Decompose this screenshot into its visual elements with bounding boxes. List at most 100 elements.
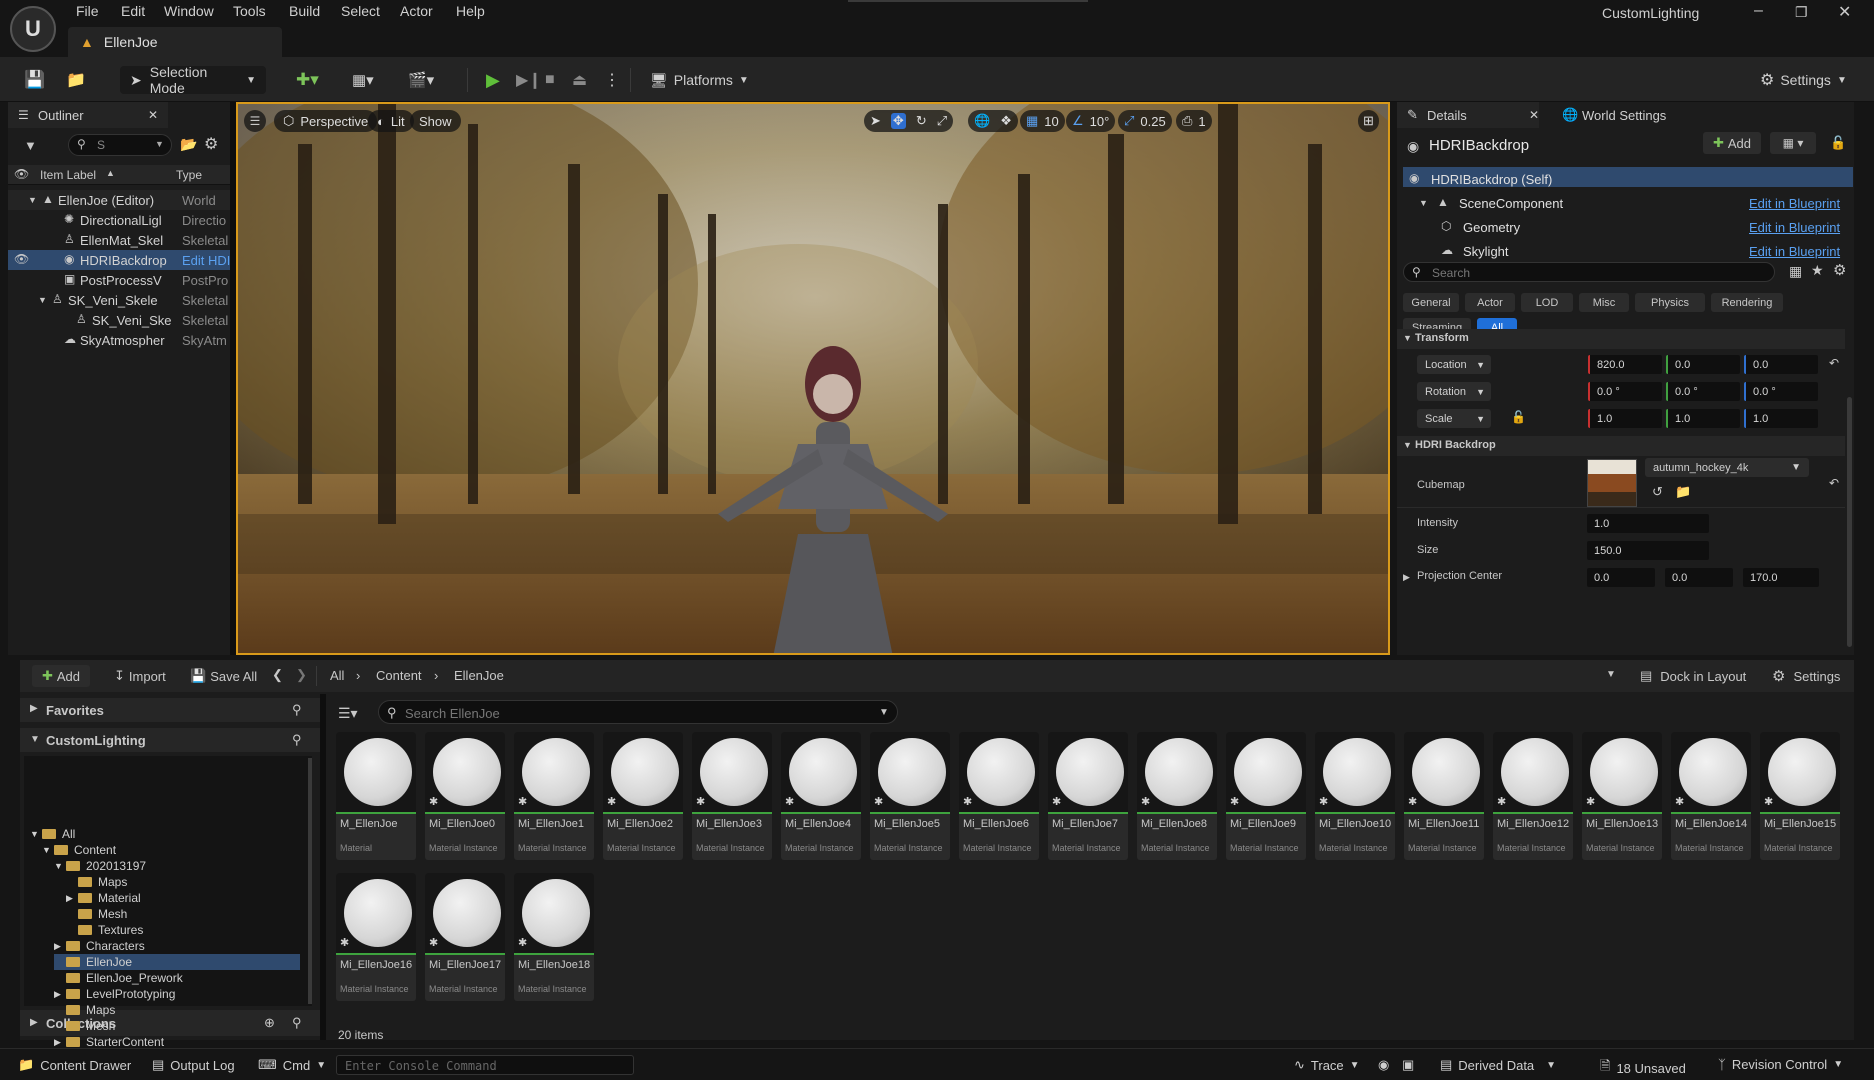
asset-tile[interactable]: ✱ Mi_EllenJoe3 Material Instance	[692, 732, 772, 860]
add-button[interactable]: ✚ Add	[32, 665, 90, 687]
transform-section-header[interactable]: ▼ Transform	[1397, 329, 1845, 349]
asset-tile[interactable]: ✱ Mi_EllenJoe6 Material Instance	[959, 732, 1039, 860]
scale-tool-icon[interactable]: ⤢	[937, 113, 947, 129]
asset-tile[interactable]: ✱ Mi_EllenJoe15 Material Instance	[1760, 732, 1840, 860]
settings-dropdown[interactable]: ⚙ Settings ▼	[1760, 66, 1847, 94]
cubemap-dropdown[interactable]: autumn_hockey_4k ▼	[1645, 458, 1809, 477]
camera-speed[interactable]: ⎙ 1	[1176, 110, 1212, 132]
blueprint-icon[interactable]: ▦▾	[352, 66, 374, 94]
cinematics-icon[interactable]: 🎬▾	[408, 66, 434, 94]
breadcrumb-content[interactable]: Content	[376, 668, 422, 683]
revision-control-dropdown[interactable]: ᛉ Revision Control ▼	[1718, 1057, 1843, 1072]
tree-scrollbar[interactable]	[308, 758, 312, 1004]
search-icon[interactable]: ⚲	[292, 1015, 302, 1031]
projection-z-input[interactable]: 170.0	[1743, 568, 1819, 587]
selection-mode-dropdown[interactable]: ➤ Selection Mode ▼	[120, 64, 266, 96]
folder-tree-item[interactable]: Textures	[66, 922, 143, 938]
trace-dropdown[interactable]: ∿ Trace ▼	[1294, 1057, 1360, 1073]
details-tab[interactable]	[1397, 102, 1539, 128]
component-name[interactable]: SceneComponent	[1459, 196, 1563, 211]
unsaved-button[interactable]: 🗎 18 Unsaved	[1600, 1057, 1686, 1079]
record-icon[interactable]: ◉	[1378, 1057, 1389, 1073]
save-all-button[interactable]: 💾 Save All	[190, 668, 257, 684]
scale-z-input[interactable]: 1.0	[1744, 409, 1818, 428]
expand-arrow-icon[interactable]: ▼	[30, 829, 42, 839]
rotation-snap[interactable]: ∠ 10°	[1066, 110, 1116, 132]
scale-x-input[interactable]: 1.0	[1588, 409, 1662, 428]
outliner-search-input[interactable]: ⚲ S ▼	[68, 134, 172, 156]
size-input[interactable]: 150.0	[1587, 541, 1709, 560]
folder-tree-item[interactable]: ▶ Material	[66, 890, 141, 906]
scale-snap[interactable]: ⤢ 0.25	[1118, 110, 1172, 132]
rotate-tool-icon[interactable]: ↻	[916, 113, 927, 129]
unreal-logo[interactable]: U	[10, 6, 56, 52]
outliner-row[interactable]: ▣ PostProcessV PostPro	[8, 270, 230, 290]
expand-arrow-icon[interactable]: ▶	[54, 989, 66, 1000]
stop-icon[interactable]: ■	[545, 66, 555, 94]
folder-tree-item[interactable]: EllenJoe_Prework	[54, 970, 183, 986]
location-y-input[interactable]: 0.0	[1666, 355, 1740, 374]
edit-in-blueprint-link[interactable]: Edit in Blueprint	[1749, 220, 1840, 235]
asset-tile[interactable]: ✱ Mi_EllenJoe12 Material Instance	[1493, 732, 1573, 860]
asset-tile[interactable]: ✱ Mi_EllenJoe18 Material Instance	[514, 873, 594, 1001]
visibility-icon[interactable]: 👁	[14, 167, 29, 181]
location-dropdown[interactable]: Location ▼	[1417, 355, 1491, 374]
search-icon[interactable]: ⚲	[292, 702, 302, 718]
expand-arrow-icon[interactable]: ▼	[28, 195, 37, 205]
chevron-down-icon[interactable]: ▼	[1606, 669, 1616, 680]
component-name[interactable]: Skylight	[1463, 244, 1509, 259]
asset-tile[interactable]: ✱ Mi_EllenJoe4 Material Instance	[781, 732, 861, 860]
component-name[interactable]: Geometry	[1463, 220, 1520, 235]
expand-arrow-icon[interactable]: ▼	[42, 845, 54, 855]
cmd-dropdown[interactable]: ⌨ Cmd ▼	[258, 1057, 326, 1073]
select-tool-icon[interactable]: ➤	[870, 113, 881, 129]
platforms-dropdown[interactable]: 🖥 Platforms ▼	[650, 66, 749, 94]
breadcrumb-ellenjoe[interactable]: EllenJoe	[454, 668, 504, 683]
category-physics[interactable]: Physics	[1635, 293, 1705, 312]
location-z-input[interactable]: 0.0	[1744, 355, 1818, 374]
asset-tile[interactable]: ✱ Mi_EllenJoe10 Material Instance	[1315, 732, 1395, 860]
level-tab[interactable]: ▲ EllenJoe	[68, 27, 282, 57]
save-icon[interactable]: 💾	[24, 66, 45, 94]
minimize-icon[interactable]: –	[1754, 2, 1763, 20]
add-content-icon[interactable]: ✚▾	[296, 66, 319, 94]
outliner-row[interactable]: ☁ SkyAtmospher SkyAtm	[8, 330, 230, 350]
scale-dropdown[interactable]: Scale ▼	[1417, 409, 1491, 428]
outliner-row-type[interactable]: Edit HDI	[182, 253, 230, 268]
back-icon[interactable]: ❮	[272, 667, 283, 683]
folder-tree-item[interactable]: Mesh	[54, 1018, 115, 1034]
menu-select[interactable]: Select	[341, 3, 380, 19]
perspective-button[interactable]: ⬡ Perspective	[274, 110, 378, 132]
expand-arrow-icon[interactable]: ▶	[54, 941, 66, 952]
asset-tile[interactable]: ✱ Mi_EllenJoe11 Material Instance	[1404, 732, 1484, 860]
eject-icon[interactable]: ⏏	[572, 66, 587, 94]
dock-in-layout-button[interactable]: ▤ Dock in Layout	[1640, 668, 1746, 684]
expand-arrow-icon[interactable]: ▶	[54, 1037, 66, 1048]
asset-tile[interactable]: ✱ Mi_EllenJoe14 Material Instance	[1671, 732, 1751, 860]
rotation-dropdown[interactable]: Rotation ▼	[1417, 382, 1491, 401]
rotation-y-input[interactable]: 0.0 °	[1666, 382, 1740, 401]
grid-snap[interactable]: ▦ 10	[1020, 110, 1065, 132]
add-component-button[interactable]: ✚ Add	[1703, 132, 1761, 154]
asset-tile[interactable]: ✱ Mi_EllenJoe2 Material Instance	[603, 732, 683, 860]
level-viewport[interactable]: ☰ ⬡ Perspective ◐ Lit Show ➤ ✥ ↻ ⤢ 🌐 ❖ ▦…	[236, 102, 1390, 655]
close-icon[interactable]: ✕	[1838, 2, 1851, 22]
star-icon[interactable]: ★	[1811, 262, 1824, 279]
cubemap-thumbnail[interactable]	[1587, 459, 1637, 507]
maximize-icon[interactable]: ❐	[1795, 4, 1808, 21]
menu-help[interactable]: Help	[456, 3, 485, 19]
folder-tree-item[interactable]: ▼ Content	[42, 842, 116, 858]
layout-icon[interactable]: ⊞	[1358, 110, 1379, 132]
console-input[interactable]: Enter Console Command	[336, 1055, 634, 1075]
gear-icon[interactable]: ⚙	[204, 134, 218, 154]
details-search-input[interactable]: ⚲ Search	[1403, 262, 1775, 282]
category-misc[interactable]: Misc	[1579, 293, 1629, 312]
outliner-row[interactable]: 👁 ◉ HDRIBackdrop Edit HDI	[8, 250, 230, 270]
output-log-button[interactable]: ▤ Output Log	[152, 1057, 235, 1073]
actor-name[interactable]: HDRIBackdrop	[1429, 137, 1529, 154]
add-collection-icon[interactable]: ⊕	[264, 1015, 275, 1031]
world-space-icon[interactable]: 🌐	[974, 113, 990, 129]
expand-arrow-icon[interactable]: ▼	[1419, 198, 1428, 208]
asset-tile[interactable]: ✱ Mi_EllenJoe17 Material Instance	[425, 873, 505, 1001]
import-button[interactable]: ↧ Import	[114, 668, 166, 684]
